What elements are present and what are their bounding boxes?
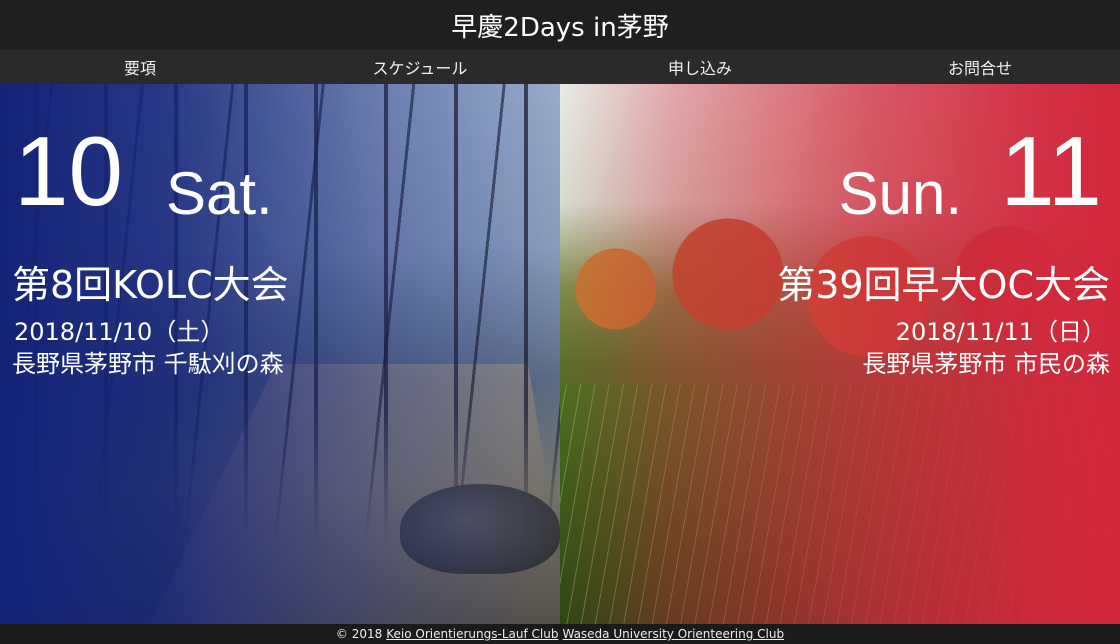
day2-panel: Sun. 11 第39回早大OC大会 2018/11/11（日） 長野県茅野市 …: [560, 84, 1120, 624]
hero-banner: 10 Sat. 第8回KOLC大会 2018/11/10（土） 長野県茅野市 千…: [0, 84, 1120, 624]
day2-event-title: 第39回早大OC大会: [777, 263, 1110, 307]
page: 早慶2Days in茅野 要項 スケジュール 申し込み お問合せ 10 Sat.…: [0, 0, 1120, 644]
nav-item-guidelines[interactable]: 要項: [0, 55, 280, 79]
day1-panel: 10 Sat. 第8回KOLC大会 2018/11/10（土） 長野県茅野市 千…: [0, 84, 560, 624]
site-footer: © 2018 Keio Orientierungs-Lauf Club Wase…: [0, 624, 1120, 644]
day2-weekday: Sun.: [838, 160, 962, 227]
nav-item-registration[interactable]: 申し込み: [560, 55, 840, 79]
footer-link-kolc[interactable]: Keio Orientierungs-Lauf Club: [386, 627, 558, 641]
day1-weekday: Sat.: [166, 160, 273, 227]
footer-link-waseda[interactable]: Waseda University Orienteering Club: [562, 627, 784, 641]
day1-event-title: 第8回KOLC大会: [12, 263, 289, 307]
main-nav: 要項 スケジュール 申し込み お問合せ: [0, 50, 1120, 84]
day1-date-number: 10: [14, 116, 124, 226]
nav-item-contact[interactable]: お問合せ: [840, 55, 1120, 79]
nav-item-schedule[interactable]: スケジュール: [280, 55, 560, 79]
day2-venue: 長野県茅野市 市民の森: [862, 350, 1110, 378]
day2-date-number: 11: [1000, 116, 1102, 226]
day1-date: 2018/11/10（土）: [14, 318, 225, 346]
day1-venue: 長野県茅野市 千駄刈の森: [12, 350, 284, 378]
site-title: 早慶2Days in茅野: [451, 12, 669, 43]
day2-date: 2018/11/11（日）: [895, 318, 1106, 346]
site-header: 早慶2Days in茅野: [0, 0, 1120, 50]
copyright-text: © 2018: [335, 627, 383, 641]
